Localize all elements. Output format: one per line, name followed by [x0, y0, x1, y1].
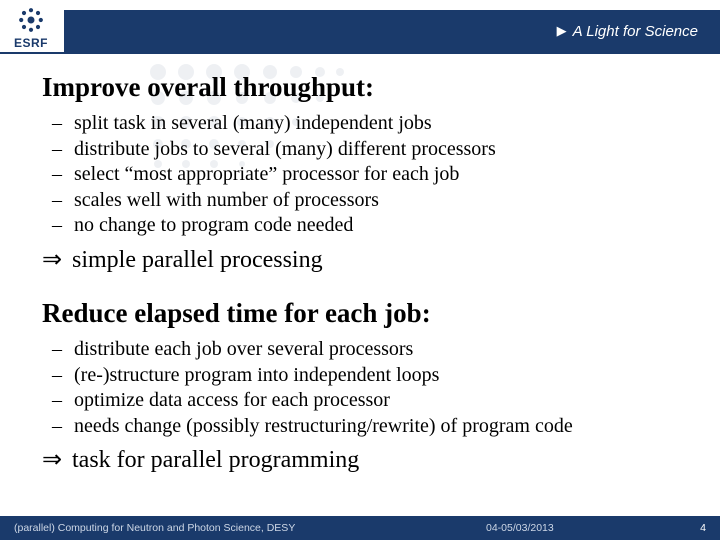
- conclusion-elapsed: ⇒task for parallel programming: [42, 445, 690, 474]
- list-item: –distribute each job over several proces…: [52, 337, 690, 363]
- heading-throughput: Improve overall throughput:: [42, 72, 690, 103]
- dash-icon: –: [52, 213, 74, 239]
- bullet-text: (re-)structure program into independent …: [74, 363, 439, 389]
- bullet-text: distribute each job over several process…: [74, 337, 413, 363]
- section-throughput: Improve overall throughput: –split task …: [42, 72, 690, 274]
- bullet-text: split task in several (many) independent…: [74, 111, 432, 137]
- dash-icon: –: [52, 111, 74, 137]
- section-elapsed: Reduce elapsed time for each job: –distr…: [42, 298, 690, 474]
- footer-date: 04-05/03/2013: [486, 522, 686, 534]
- conclusion-throughput: ⇒simple parallel processing: [42, 245, 690, 274]
- dash-icon: –: [52, 188, 74, 214]
- footer-page-number: 4: [686, 522, 706, 534]
- tagline-text: A Light for Science: [573, 23, 698, 40]
- header-band: ▶ A Light for Science: [0, 10, 720, 52]
- bullet-text: scales well with number of processors: [74, 188, 379, 214]
- list-item: –(re-)structure program into independent…: [52, 363, 690, 389]
- conclusion-text: task for parallel programming: [72, 447, 359, 474]
- slide-content: Improve overall throughput: –split task …: [0, 56, 720, 474]
- slide-footer: (parallel) Computing for Neutron and Pho…: [0, 516, 720, 540]
- list-item: –optimize data access for each processor: [52, 388, 690, 414]
- implies-icon: ⇒: [42, 245, 72, 274]
- dash-icon: –: [52, 162, 74, 188]
- list-item: –distribute jobs to several (many) diffe…: [52, 137, 690, 163]
- bullet-text: distribute jobs to several (many) differ…: [74, 137, 496, 163]
- list-item: –needs change (possibly restructuring/re…: [52, 414, 690, 440]
- dash-icon: –: [52, 337, 74, 363]
- dash-icon: –: [52, 388, 74, 414]
- logo: ESRF: [0, 0, 64, 56]
- bullet-text: needs change (possibly restructuring/rew…: [74, 414, 573, 440]
- dash-icon: –: [52, 363, 74, 389]
- header-rule: [0, 52, 720, 54]
- header-tagline: ▶ A Light for Science: [557, 23, 698, 40]
- dash-icon: –: [52, 137, 74, 163]
- bullet-text: no change to program code needed: [74, 213, 353, 239]
- conclusion-text: simple parallel processing: [72, 247, 323, 274]
- slide-header: ▶ A Light for Science ESRF: [0, 0, 720, 56]
- implies-icon: ⇒: [42, 445, 72, 474]
- bullet-text: optimize data access for each processor: [74, 388, 390, 414]
- bullets-elapsed: –distribute each job over several proces…: [52, 337, 690, 439]
- bullets-throughput: –split task in several (many) independen…: [52, 111, 690, 239]
- list-item: –no change to program code needed: [52, 213, 690, 239]
- heading-elapsed: Reduce elapsed time for each job:: [42, 298, 690, 329]
- list-item: –split task in several (many) independen…: [52, 111, 690, 137]
- footer-left: (parallel) Computing for Neutron and Pho…: [14, 522, 486, 534]
- logo-text: ESRF: [14, 36, 48, 50]
- list-item: –scales well with number of processors: [52, 188, 690, 214]
- list-item: –select “most appropriate” processor for…: [52, 162, 690, 188]
- bullet-text: select “most appropriate” processor for …: [74, 162, 459, 188]
- triangle-icon: ▶: [557, 23, 567, 39]
- dash-icon: –: [52, 414, 74, 440]
- logo-mark-icon: [17, 6, 45, 34]
